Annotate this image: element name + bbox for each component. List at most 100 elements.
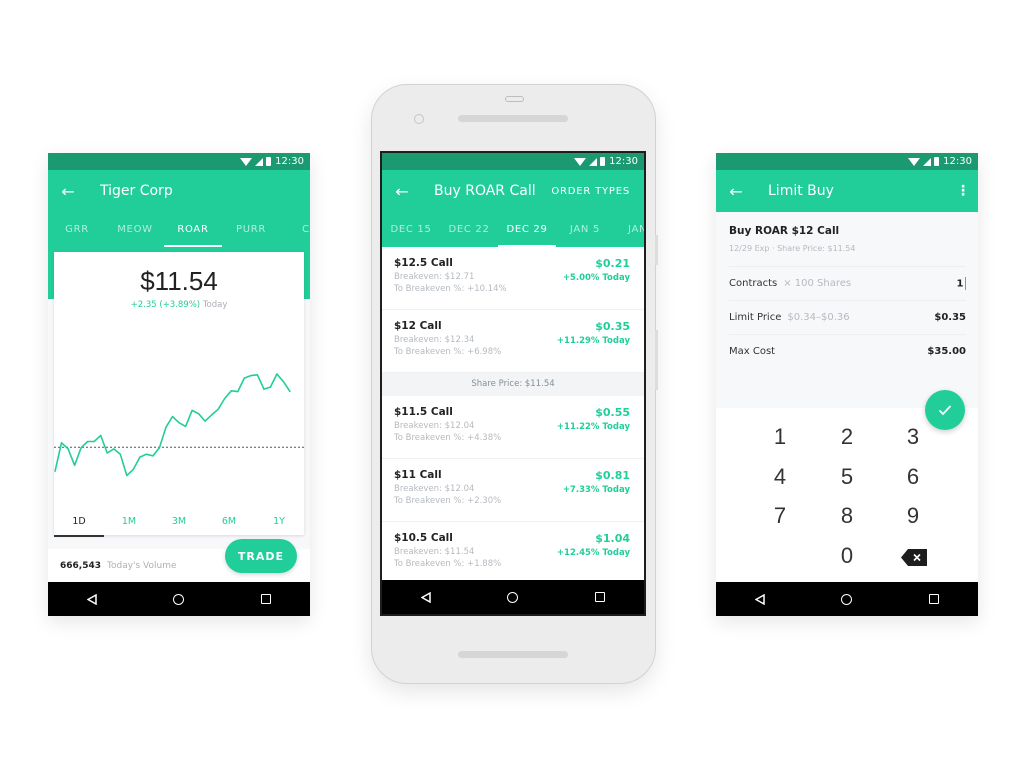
options-list: $12.5 Call Breakeven: $12.71 To Breakeve… [382, 247, 644, 580]
trade-button[interactable]: TRADE [225, 539, 297, 573]
price-chart[interactable] [54, 252, 304, 514]
data-point [158, 447, 161, 449]
data-point [113, 448, 115, 450]
data-point [93, 440, 95, 443]
wifi-icon [908, 157, 921, 166]
volume-value: 666,543 [60, 560, 101, 571]
top-speaker [458, 115, 568, 122]
key-5[interactable]: 5 [817, 464, 877, 490]
price-card: $11.54 +2.35 (+3.89%) Today 1D 1M 3M 6M … [54, 252, 304, 537]
app-bar: ← Buy ROAR Call ORDER TYPES [382, 170, 644, 212]
tab-meow[interactable]: MEOW [106, 212, 164, 247]
battery-icon [600, 157, 606, 166]
nav-recents-button[interactable] [914, 584, 954, 614]
range-3m[interactable]: 3M [154, 514, 204, 534]
data-point [54, 470, 56, 473]
limit-price-field[interactable]: Limit Price $0.34–$0.36 $0.35 [729, 300, 966, 334]
key-4[interactable]: 4 [750, 464, 810, 490]
option-row[interactable]: $10.5 Call Breakeven: $11.54 To Breakeve… [382, 522, 644, 580]
wifi-icon [574, 157, 587, 166]
confirm-button[interactable] [925, 390, 965, 430]
page-title: Tiger Corp [100, 183, 173, 199]
status-bar: 12:30 [382, 153, 644, 170]
tab-dec-22[interactable]: DEC 22 [440, 212, 498, 247]
android-nav-bar [48, 582, 310, 616]
square-recents-icon [261, 594, 272, 604]
status-bar: 12:30 [716, 153, 978, 170]
android-nav-bar [382, 580, 644, 614]
text-cursor [964, 277, 966, 290]
nav-back-button[interactable] [740, 584, 780, 614]
volume-label: Today's Volume [107, 560, 177, 571]
range-6m[interactable]: 6M [204, 514, 254, 534]
check-icon [938, 405, 952, 416]
data-point [145, 453, 147, 455]
app-bar: ← Tiger Corp [48, 170, 310, 212]
data-point [171, 415, 174, 418]
tab-roar[interactable]: ROAR [164, 212, 222, 247]
tab-jan[interactable]: JAN [614, 212, 644, 247]
option-row[interactable]: $11 Call Breakeven: $12.04 To Breakeven … [382, 459, 644, 522]
nav-home-button[interactable] [493, 582, 533, 612]
data-point [152, 455, 154, 457]
key-6[interactable]: 6 [883, 464, 943, 490]
key-0[interactable]: 0 [817, 543, 877, 569]
side-button [655, 330, 658, 390]
key-2[interactable]: 2 [817, 424, 877, 450]
tab-purr[interactable]: PURR [222, 212, 280, 247]
nav-recents-button[interactable] [580, 582, 620, 612]
stock-detail-screen: 12:30 ← Tiger Corp GRR MEOW ROAR PURR CA… [48, 153, 310, 616]
range-selector: 1D 1M 3M 6M 1Y [54, 514, 304, 537]
order-types-button[interactable]: ORDER TYPES [551, 186, 630, 197]
data-point [184, 425, 187, 427]
limit-price-value: $0.35 [934, 312, 966, 323]
arrow-left-icon[interactable]: ← [48, 182, 88, 201]
nav-back-button[interactable] [406, 582, 446, 612]
range-1y[interactable]: 1Y [254, 514, 304, 534]
data-point [73, 464, 76, 466]
option-row[interactable]: $12 Call Breakeven: $12.34 To Breakeven … [382, 310, 644, 373]
data-point [106, 452, 108, 454]
tab-ca[interactable]: CA [280, 212, 310, 247]
order-subtitle: 12/29 Exp · Share Price: $11.54 [729, 244, 856, 253]
data-point [119, 453, 121, 455]
backspace-icon[interactable] [901, 549, 927, 566]
nav-home-button[interactable] [827, 584, 867, 614]
arrow-left-icon[interactable]: ← [382, 182, 422, 201]
data-point [139, 456, 141, 458]
tab-jan-5[interactable]: JAN 5 [556, 212, 614, 247]
triangle-back-icon [86, 593, 97, 605]
tab-dec-15[interactable]: DEC 15 [382, 212, 440, 247]
app-bar: ← Limit Buy ⋮ [716, 170, 978, 212]
range-1m[interactable]: 1M [104, 514, 154, 534]
key-7[interactable]: 7 [750, 503, 810, 529]
data-point [230, 390, 232, 392]
nav-back-button[interactable] [72, 584, 112, 614]
arrow-left-icon[interactable]: ← [716, 182, 756, 201]
circle-home-icon [173, 593, 185, 605]
key-8[interactable]: 8 [817, 503, 877, 529]
status-time: 12:30 [275, 156, 304, 167]
tab-grr[interactable]: GRR [48, 212, 106, 247]
share-price-divider: Share Price: $11.54 [382, 373, 644, 396]
data-point [100, 434, 102, 436]
nav-recents-button[interactable] [246, 584, 286, 614]
expiration-tabs: DEC 15 DEC 22 DEC 29 JAN 5 JAN [382, 212, 644, 247]
earpiece [505, 96, 524, 102]
data-point [276, 373, 278, 375]
nav-home-button[interactable] [159, 584, 199, 614]
battery-icon [266, 157, 272, 166]
signal-icon [255, 157, 264, 166]
option-row[interactable]: $12.5 Call Breakeven: $12.71 To Breakeve… [382, 247, 644, 310]
key-3[interactable]: 3 [883, 424, 943, 450]
option-row[interactable]: $11.5 Call Breakeven: $12.04 To Breakeve… [382, 396, 644, 459]
contracts-field[interactable]: Contracts × 100 Shares 1 [729, 266, 966, 300]
tab-dec-29[interactable]: DEC 29 [498, 212, 556, 247]
data-point [237, 390, 239, 393]
price-series-line [54, 373, 291, 477]
range-1d[interactable]: 1D [54, 514, 104, 537]
more-vert-icon[interactable]: ⋮ [948, 183, 978, 199]
key-9[interactable]: 9 [883, 503, 943, 529]
key-1[interactable]: 1 [750, 424, 810, 450]
data-point [204, 420, 206, 422]
